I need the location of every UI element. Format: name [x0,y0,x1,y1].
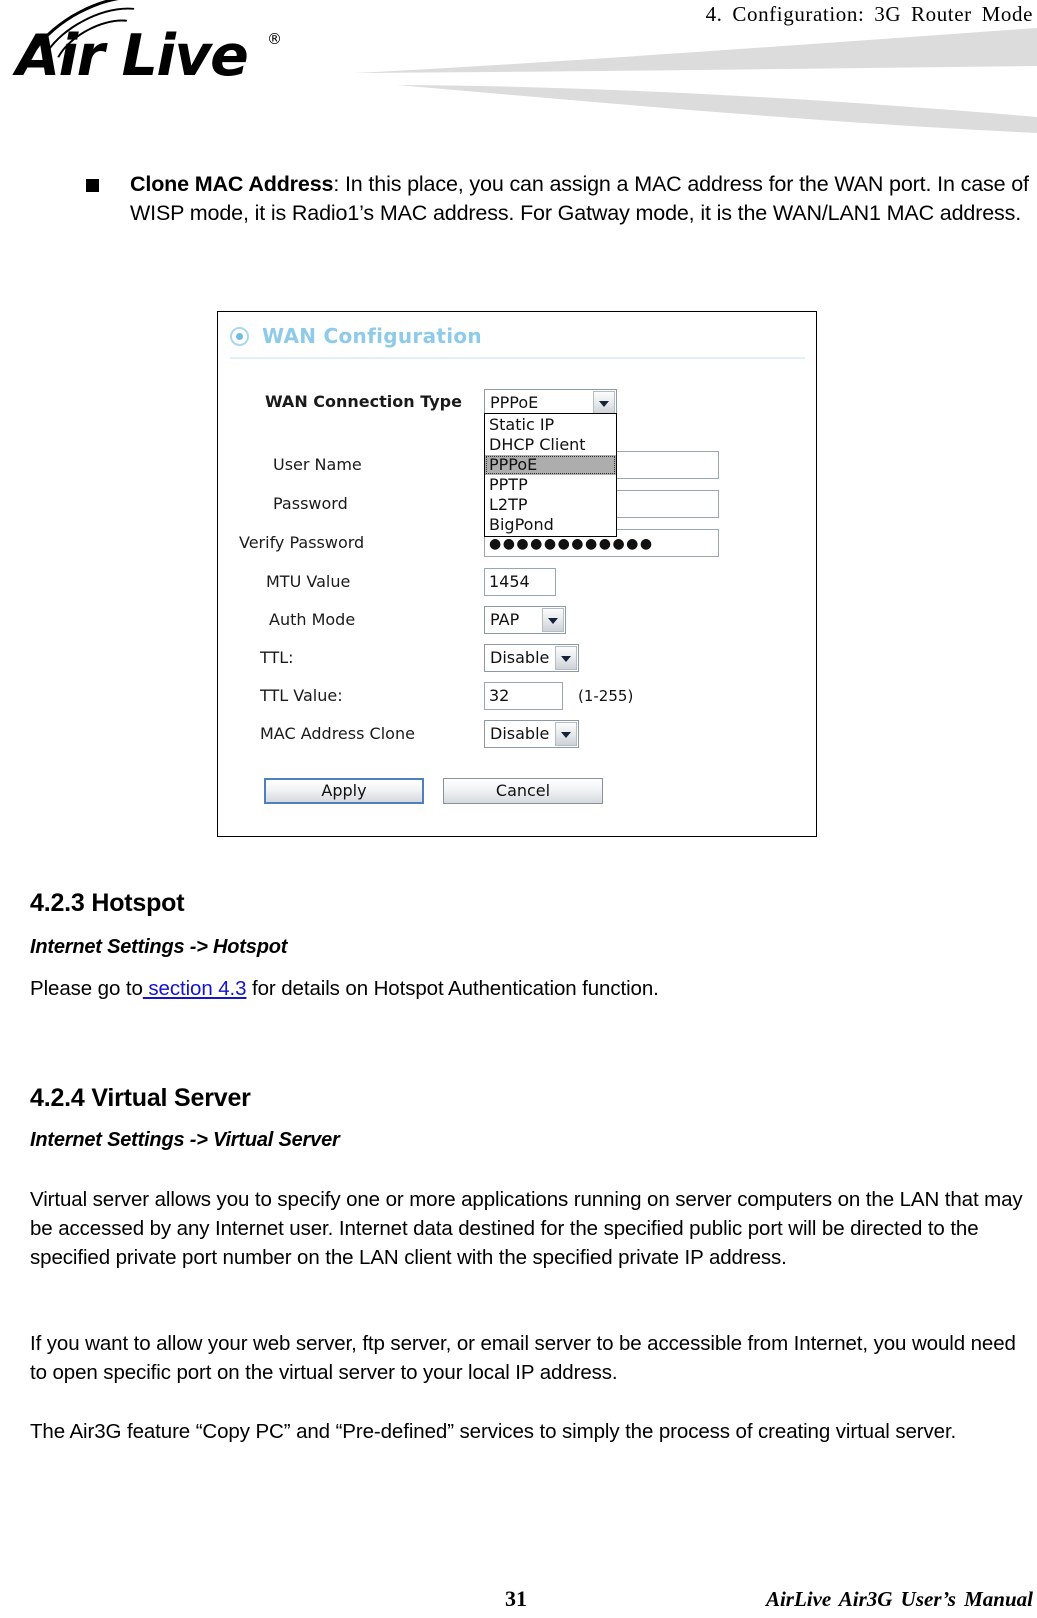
ttl-value-range-note: (1-255) [578,687,634,705]
airlive-logo: Air Live ® [6,0,300,127]
hotspot-paragraph-prefix: Please go to [30,977,143,1000]
mtu-value-input[interactable]: 1454 [484,568,556,596]
section-4-3-link[interactable]: section 4.3 [143,977,246,1000]
verify-password-label: Verify Password [239,533,365,552]
dropdown-option-pptp[interactable]: PPTP [485,475,616,495]
mac-address-clone-value: Disable [490,724,550,743]
mac-address-clone-select[interactable]: Disable [484,720,579,748]
page-header: 4. Configuration: 3G Router Mode Air Liv… [0,0,1037,133]
ttl-label: TTL: [260,648,294,667]
chevron-down-icon[interactable] [555,646,577,670]
header-swoosh-graphic [355,28,1037,133]
ttl-select[interactable]: Disable [484,644,579,672]
footer-page-number: 31 [505,1586,527,1611]
dropdown-option-l2tp[interactable]: L2TP [485,495,616,515]
dropdown-option-bigpond[interactable]: BigPond [485,515,616,535]
auth-mode-value: PAP [490,610,520,629]
row-mtu-value: MTU Value 1454 [218,568,818,596]
ttl-value: Disable [490,648,550,667]
chevron-down-icon[interactable] [542,608,564,632]
ttl-value-input[interactable]: 32 [484,682,563,710]
logo-wordmark: Air Live [16,23,249,89]
running-head: 4. Configuration: 3G Router Mode [705,2,1033,26]
paragraph-virtual-server-2: If you want to allow your web server, ft… [30,1332,1016,1384]
ttl-value-label: TTL Value: [260,686,343,705]
clone-mac-address-bullet: Clone MAC Address: In this place, you ca… [86,170,1036,228]
dropdown-option-pppoe[interactable]: PPPoE [485,455,616,475]
wan-connection-type-label: WAN Connection Type [265,392,462,411]
row-ttl: TTL: Disable [218,644,818,672]
paragraph-virtual-server-1: Virtual server allows you to specify one… [30,1188,1023,1269]
row-ttl-value: TTL Value: 32 (1-255) [218,682,818,710]
target-icon [230,327,249,346]
bullet-term: Clone MAC Address [130,172,334,196]
wan-configuration-screenshot: WAN Configuration WAN Connection Type PP… [217,311,817,837]
paragraph-hotspot: Please go to section 4.3 for details on … [30,974,1030,1003]
apply-button[interactable]: Apply [264,778,424,804]
dropdown-option-dhcp-client[interactable]: DHCP Client [485,435,616,455]
row-wan-connection-type: WAN Connection Type PPPoE [218,389,818,417]
password-label: Password [273,494,348,513]
heading-virtual-server: 4.2.4 Virtual Server [30,1084,251,1112]
heading-hotspot: 4.2.3 Hotspot [30,889,185,917]
dropdown-option-static-ip[interactable]: Static IP [485,415,616,435]
paragraph-virtual-server-3: The Air3G feature “Copy PC” and “Pre-def… [30,1420,957,1443]
mac-address-clone-label: MAC Address Clone [260,724,415,743]
auth-mode-select[interactable]: PAP [484,606,566,634]
wan-panel-title: WAN Configuration [262,324,482,348]
wan-connection-type-dropdown-list[interactable]: Static IP DHCP Client PPPoE PPTP L2TP Bi… [484,413,617,537]
row-mac-address-clone: MAC Address Clone Disable [218,720,818,748]
chevron-down-icon[interactable] [593,391,615,415]
hotspot-paragraph-suffix: for details on Hotspot Authentication fu… [246,977,659,1000]
subheading-hotspot: Internet Settings -> Hotspot [30,936,288,958]
wan-panel-header: WAN Configuration [230,323,805,359]
subheading-virtual-server: Internet Settings -> Virtual Server [30,1129,340,1151]
mtu-value-label: MTU Value [266,572,351,591]
row-auth-mode: Auth Mode PAP [218,606,818,634]
cancel-button[interactable]: Cancel [443,778,603,804]
auth-mode-label: Auth Mode [269,610,356,629]
bullet-paragraph: Clone MAC Address: In this place, you ca… [130,170,1036,228]
square-bullet-icon [86,179,99,192]
registered-trademark-icon: ® [267,30,282,48]
footer-manual-title: AirLive Air3G User’s Manual [765,1587,1033,1611]
user-name-label: User Name [273,455,362,474]
wan-connection-type-value: PPPoE [490,393,539,412]
chevron-down-icon[interactable] [555,722,577,746]
